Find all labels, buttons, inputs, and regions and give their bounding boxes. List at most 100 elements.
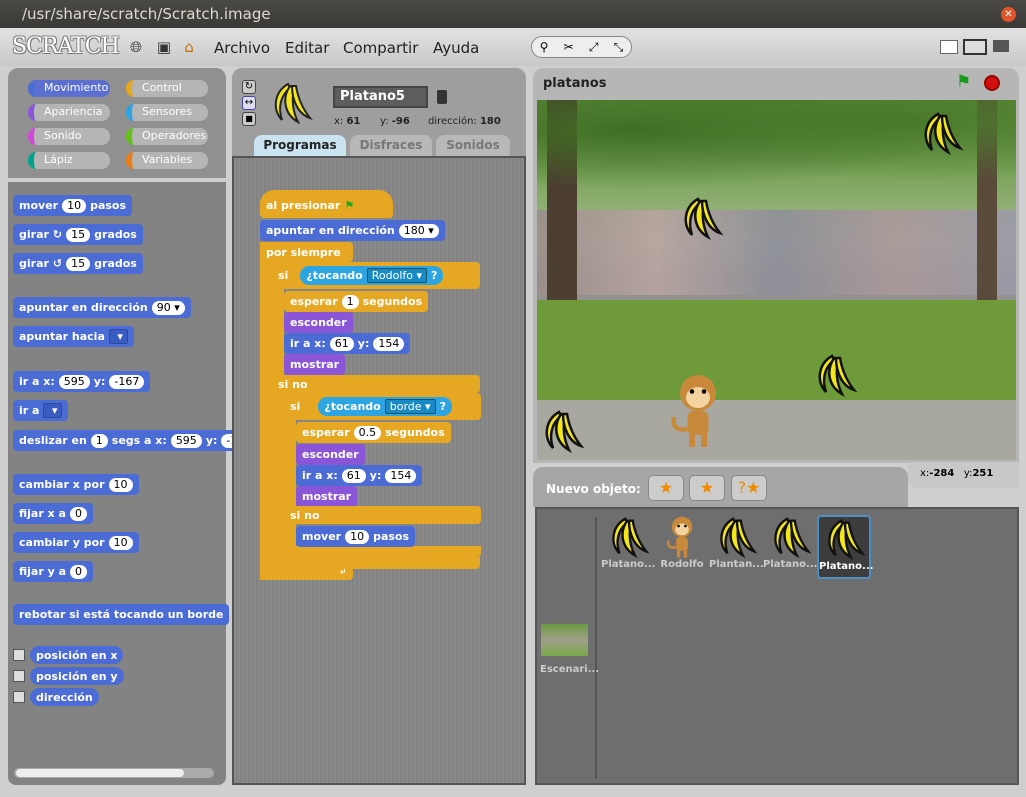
checkbox-posicion-y[interactable] — [13, 670, 25, 682]
category-apariencia[interactable]: Apariencia — [28, 104, 110, 121]
tab-disfraces[interactable]: Disfraces — [350, 135, 432, 156]
monkey-sprite[interactable] — [668, 372, 728, 450]
steps-input[interactable]: 10 — [345, 529, 370, 544]
sensing-tocando[interactable]: ¿tocando Rodolfo ▾? — [300, 266, 444, 285]
x-input[interactable]: 595 — [58, 374, 90, 389]
secs-input[interactable]: 1 — [90, 433, 108, 448]
banana-sprite[interactable] — [812, 352, 858, 398]
steps-input[interactable]: 10 — [62, 198, 87, 213]
tab-sonidos[interactable]: Sonidos — [436, 135, 510, 156]
green-flag-button[interactable]: ⚑ — [956, 72, 971, 92]
block-ir-a-xy[interactable]: ir a x: 595 y: -167 — [13, 371, 151, 392]
y-input[interactable]: -167 — [109, 374, 145, 389]
grow-icon[interactable]: ⤢ — [589, 40, 599, 55]
value-input[interactable]: 0 — [70, 564, 88, 579]
degrees-input[interactable]: 15 — [66, 227, 91, 242]
y-input[interactable]: 154 — [385, 468, 417, 483]
block-mover[interactable]: mover 10 pasos — [13, 195, 133, 216]
x-input[interactable]: 595 — [170, 433, 202, 448]
block-apuntar-direccion[interactable]: apuntar en dirección 180 ▾ — [260, 220, 445, 241]
block-esperar[interactable]: esperar 0.5 segundos — [296, 422, 451, 443]
block-apuntar-hacia[interactable]: apuntar hacia ▾ — [13, 326, 134, 347]
category-operadores[interactable]: Operadores — [126, 128, 208, 145]
target-dropdown[interactable]: borde ▾ — [384, 399, 436, 414]
direction-input[interactable]: 90 ▾ — [151, 300, 185, 315]
direction-input[interactable]: 180 ▾ — [398, 223, 439, 238]
category-variables[interactable]: Variables — [126, 152, 208, 169]
banana-sprite[interactable] — [918, 110, 964, 156]
block-fijar-y[interactable]: fijar y a0 — [13, 561, 94, 582]
close-window-button[interactable]: ✕ — [1001, 7, 1016, 22]
reporter-direccion[interactable]: dirección — [30, 688, 99, 706]
random-sprite-button[interactable]: ?★ — [731, 475, 767, 501]
block-si-tocando-rodolfo[interactable]: si ¿tocando Rodolfo ▾? — [272, 262, 480, 289]
category-control[interactable]: Control — [126, 80, 208, 97]
secs-input[interactable]: 0.5 — [353, 425, 382, 440]
target-dropdown[interactable]: ▾ — [43, 403, 63, 418]
block-esconder[interactable]: esconder — [296, 444, 365, 465]
rotate-style-flip-icon[interactable]: ↔ — [242, 96, 256, 110]
block-ir-a-xy[interactable]: ir a x: 61 y: 154 — [284, 333, 411, 354]
reporter-posicion-y[interactable]: posición en y — [30, 667, 124, 685]
category-lapiz[interactable]: Lápiz — [28, 152, 110, 169]
block-si-no[interactable]: si no — [272, 375, 480, 393]
menu-compartir[interactable]: Compartir — [343, 39, 418, 57]
block-girar-izquierda[interactable]: girar ↺ 15 grados — [13, 253, 143, 274]
duplicate-icon[interactable]: ⚲ — [540, 40, 549, 54]
sprite-thumbnail[interactable]: Platano... — [817, 515, 873, 579]
sprite-thumbnail[interactable]: Rodolfo — [655, 515, 709, 579]
block-mostrar[interactable]: mostrar — [284, 354, 346, 375]
block-si-no[interactable]: si no — [284, 506, 481, 524]
cut-icon[interactable]: ✂ — [564, 40, 574, 54]
normal-stage-button[interactable] — [963, 39, 987, 55]
tab-programas[interactable]: Programas — [254, 135, 346, 156]
block-girar-derecha[interactable]: girar ↻ 15 grados — [13, 224, 143, 245]
block-si-tocando-borde[interactable]: si ¿tocando borde ▾? — [284, 393, 481, 420]
block-esperar[interactable]: esperar 1 segundos — [284, 291, 429, 312]
block-al-presionar[interactable]: al presionar ⚑ — [260, 190, 393, 218]
block-ir-a-xy[interactable]: ir a x: 61 y: 154 — [296, 465, 423, 486]
rotate-style-full-icon[interactable]: ↻ — [242, 80, 256, 94]
menu-editar[interactable]: Editar — [285, 39, 329, 57]
secs-input[interactable]: 1 — [341, 294, 359, 309]
small-stage-button[interactable] — [940, 40, 958, 54]
stop-button[interactable] — [984, 75, 1000, 91]
banana-sprite[interactable] — [678, 195, 724, 241]
sprite-thumbnail[interactable]: Platano... — [763, 515, 817, 579]
block-apuntar-direccion[interactable]: apuntar en dirección 90 ▾ — [13, 297, 191, 318]
globe-icon[interactable]: 🌐︎ — [127, 38, 145, 56]
block-cambiar-y[interactable]: cambiar y por 10 — [13, 532, 139, 553]
menu-ayuda[interactable]: Ayuda — [433, 39, 479, 57]
sprite-name-field[interactable]: Platano5 — [333, 86, 428, 108]
category-movimiento[interactable]: Movimiento — [28, 80, 110, 97]
sprite-thumbnail[interactable]: Platano... — [601, 515, 655, 579]
y-input[interactable]: 154 — [373, 336, 405, 351]
paint-new-sprite-button[interactable]: ★ — [648, 475, 684, 501]
rotate-style-none-icon[interactable]: ■ — [242, 112, 256, 126]
block-deslizar[interactable]: deslizar en1segs a x:595y:-16 — [13, 430, 256, 451]
shrink-icon[interactable]: ⤡ — [614, 40, 624, 55]
stage-thumbnail[interactable] — [541, 624, 588, 656]
presentation-mode-button[interactable] — [993, 40, 1009, 52]
target-dropdown[interactable]: Rodolfo ▾ — [366, 268, 428, 283]
menu-archivo[interactable]: Archivo — [214, 39, 270, 57]
block-esconder[interactable]: esconder — [284, 312, 353, 333]
value-input[interactable]: 10 — [108, 535, 133, 550]
block-por-siempre[interactable]: por siempre — [260, 242, 353, 262]
choose-sprite-file-button[interactable]: ★ — [689, 475, 725, 501]
block-mover[interactable]: mover 10 pasos — [296, 526, 416, 547]
block-fijar-x[interactable]: fijar x a0 — [13, 503, 93, 524]
target-dropdown[interactable]: ▾ — [108, 329, 128, 344]
save-icon[interactable]: ▣ — [155, 38, 173, 56]
palette-scrollbar-thumb[interactable] — [16, 769, 184, 777]
value-input[interactable]: 0 — [69, 506, 87, 521]
x-input[interactable]: 61 — [329, 336, 354, 351]
checkbox-posicion-x[interactable] — [13, 649, 25, 661]
sprite-thumbnail[interactable]: Plantan... — [709, 515, 764, 579]
sensing-tocando[interactable]: ¿tocando borde ▾? — [318, 397, 452, 416]
reporter-posicion-x[interactable]: posición en x — [30, 646, 124, 664]
degrees-input[interactable]: 15 — [66, 256, 91, 271]
category-sensores[interactable]: Sensores — [126, 104, 208, 121]
x-input[interactable]: 61 — [341, 468, 366, 483]
banana-sprite[interactable] — [539, 408, 585, 454]
